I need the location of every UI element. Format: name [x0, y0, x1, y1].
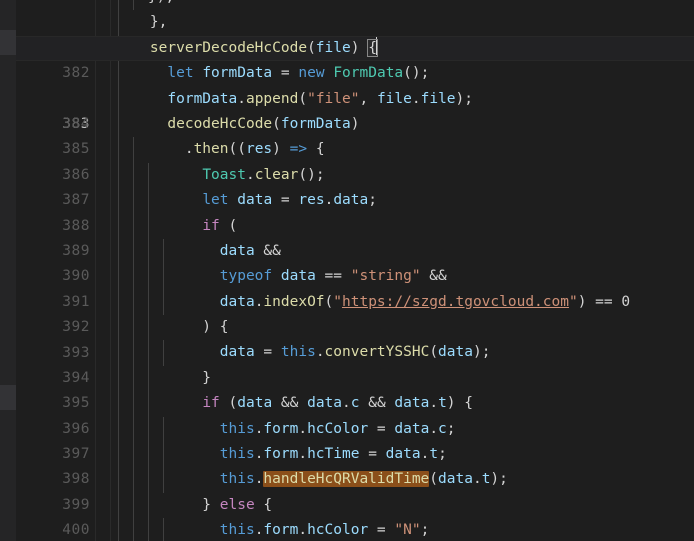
indent-guide	[118, 0, 119, 11]
symbol-occurrence-highlight[interactable]: handleHcQRValidTime	[263, 471, 430, 488]
code-text: if (	[202, 217, 238, 234]
editor-content[interactable]: }); 382 }, 383 serverDecodeHcCode(file) …	[0, 0, 694, 541]
text-cursor	[375, 36, 377, 55]
editor-overview-strip[interactable]	[0, 0, 16, 541]
code-line-395[interactable]: 395 data = this.convertYSSHC(data);	[0, 340, 694, 411]
code-text: },	[115, 14, 168, 31]
code-editor[interactable]: }); 382 }, 383 serverDecodeHcCode(file) …	[0, 0, 694, 541]
code-text: .then((res) => {	[115, 141, 325, 158]
code-line-398[interactable]: 398 this.form.hcColor = data.c;	[0, 416, 694, 487]
code-text: } else {	[115, 496, 273, 513]
code-text: data &&	[219, 242, 281, 259]
code-line-402[interactable]: 402 this.form.hcColor = "N";	[0, 518, 694, 541]
code-line-400[interactable]: 400 this.handleHcQRValidTime(data.t);	[0, 467, 694, 538]
code-text: formData.append("file", file.file);	[167, 90, 473, 107]
overview-mark	[0, 385, 16, 410]
code-line-390[interactable]: 390 if (	[0, 213, 694, 284]
code-text: decodeHcCode(formData)	[167, 115, 360, 132]
code-text: Toast.clear();	[202, 166, 325, 183]
code-line-387[interactable]: 387 .then((res) => {	[0, 137, 694, 208]
code-text: this.form.hcColor = data.c;	[219, 420, 456, 437]
code-line-397[interactable]: 397 if (data && data.c && data.t) {	[0, 391, 694, 462]
code-text: this.form.hcTime = data.t;	[219, 446, 447, 463]
code-text: typeof data == "string" &&	[219, 268, 447, 285]
code-text: }	[115, 369, 212, 386]
code-line-389[interactable]: 389 let data = res.data;	[0, 188, 694, 259]
code-line-392[interactable]: 392 typeof data == "string" &&	[0, 264, 694, 335]
code-line-385[interactable]: 385 formData.append("file", file.file);	[0, 86, 694, 157]
overview-mark	[0, 30, 16, 55]
code-text: ) {	[115, 319, 229, 336]
code-line-399[interactable]: 399 this.form.hcTime = data.t;	[0, 442, 694, 513]
code-text: let formData = new FormData();	[167, 65, 430, 82]
code-line-383[interactable]: 383 serverDecodeHcCode(file) {	[0, 35, 694, 132]
code-text: this.handleHcQRValidTime(data.t);	[219, 471, 508, 488]
code-text: data.indexOf("https://szgd.tgovcloud.com…	[219, 293, 631, 310]
indent-guide	[133, 0, 134, 11]
code-text-partial-top: });	[148, 0, 174, 10]
code-line-partial-top: });	[0, 0, 694, 11]
code-text: data = this.convertYSSHC(data);	[219, 344, 491, 361]
code-line-388[interactable]: 388 Toast.clear();	[0, 162, 694, 234]
code-line-394[interactable]: 394 ) {	[0, 315, 694, 386]
url-link[interactable]: https://szgd.tgovcloud.com	[342, 294, 569, 310]
code-line-384[interactable]: 384 let formData = new FormData();	[0, 61, 694, 132]
code-text: let data = res.data;	[202, 192, 377, 209]
code-text: this.form.hcColor = "N";	[219, 522, 430, 539]
code-text: serverDecodeHcCode(file) {	[115, 36, 378, 61]
code-line-382[interactable]: 382 },	[0, 10, 694, 81]
code-text: if (data && data.c && data.t) {	[202, 395, 473, 412]
code-line-386[interactable]: 386 decodeHcCode(formData)	[0, 111, 694, 183]
code-line-391[interactable]: 391 data &&	[0, 238, 694, 310]
code-line-401[interactable]: 401 } else {	[0, 492, 694, 519]
code-line-393[interactable]: 393 data.indexOf("https://szgd.tgovcloud…	[0, 289, 694, 361]
code-line-396[interactable]: 396 }	[0, 365, 694, 437]
